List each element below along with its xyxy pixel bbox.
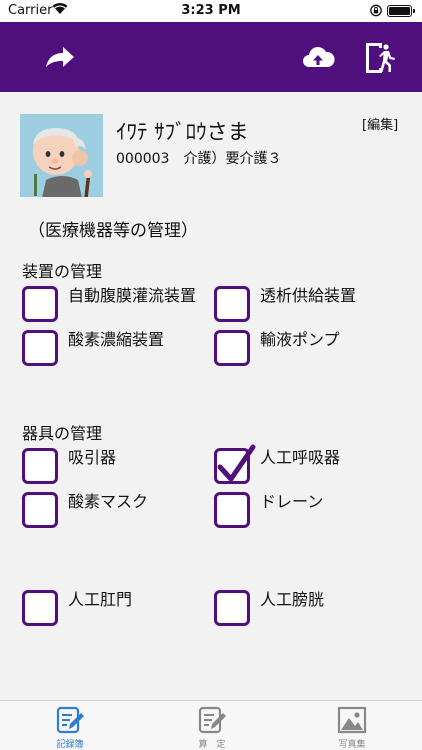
checkbox-label: ドレーン bbox=[260, 492, 324, 511]
edit-note-icon bbox=[55, 705, 85, 735]
status-time: 3:23 PM bbox=[181, 3, 241, 18]
photo-icon bbox=[337, 705, 367, 735]
checkbox-label: 自動腹膜灌流装置 bbox=[68, 286, 197, 305]
checkbox-label: 輸液ポンプ bbox=[260, 330, 340, 349]
exit-door-icon[interactable] bbox=[362, 40, 398, 76]
checkbox[interactable] bbox=[22, 286, 58, 322]
tab-label: 写真集 bbox=[338, 740, 366, 750]
orientation-lock-icon bbox=[370, 4, 382, 17]
checkbox[interactable] bbox=[22, 590, 58, 626]
checkbox[interactable] bbox=[214, 286, 250, 322]
group-title-devices: 装置の管理 bbox=[22, 262, 103, 281]
tab-records[interactable]: 記録簿 bbox=[40, 705, 100, 750]
tab-bar: 記録簿 算 定 写真集 bbox=[0, 700, 422, 750]
edit-link[interactable]: [編集] bbox=[362, 114, 398, 133]
avatar bbox=[20, 114, 103, 197]
checkbox[interactable] bbox=[22, 492, 58, 528]
checkbox-label: 透析供給装置 bbox=[260, 286, 357, 305]
tab-label: 記録簿 bbox=[56, 740, 84, 750]
checkmark-icon bbox=[217, 444, 256, 482]
checkbox-label: 人工膀胱 bbox=[260, 590, 325, 609]
section-title: （医療機器等の管理） bbox=[28, 221, 198, 241]
checkbox[interactable] bbox=[214, 330, 250, 366]
checkbox-label: 酸素マスク bbox=[68, 492, 149, 511]
user-care-info: 000003 介護）要介護３ bbox=[116, 151, 282, 167]
tab-calculation[interactable]: 算 定 bbox=[182, 705, 242, 750]
user-profile: ｲﾜﾃ ｻﾌﾞﾛｳさま 000003 介護）要介護３ [編集] bbox=[20, 114, 410, 198]
checkbox-label: 吸引器 bbox=[68, 448, 117, 467]
checkbox[interactable] bbox=[22, 330, 58, 366]
checkbox-checked[interactable] bbox=[214, 444, 256, 484]
checkbox-label: 人工肛門 bbox=[68, 590, 133, 609]
user-name: ｲﾜﾃ ｻﾌﾞﾛｳさま bbox=[116, 120, 249, 144]
status-bar: Carrier 3:23 PM bbox=[0, 0, 422, 22]
checkbox-label: 人工呼吸器 bbox=[260, 448, 341, 467]
checkbox-label: 酸素濃縮装置 bbox=[68, 330, 165, 349]
tab-label: 算 定 bbox=[198, 740, 226, 750]
checkbox[interactable] bbox=[22, 448, 58, 484]
battery-icon bbox=[387, 5, 415, 17]
nav-bar bbox=[0, 22, 422, 92]
checkbox[interactable] bbox=[214, 590, 250, 626]
tab-photos[interactable]: 写真集 bbox=[322, 705, 382, 750]
checkbox[interactable] bbox=[214, 492, 250, 528]
cloud-upload-icon[interactable] bbox=[300, 40, 336, 76]
group-title-instruments: 器具の管理 bbox=[22, 424, 103, 443]
forward-arrow-icon[interactable] bbox=[42, 40, 78, 76]
calculate-note-icon bbox=[197, 705, 227, 735]
